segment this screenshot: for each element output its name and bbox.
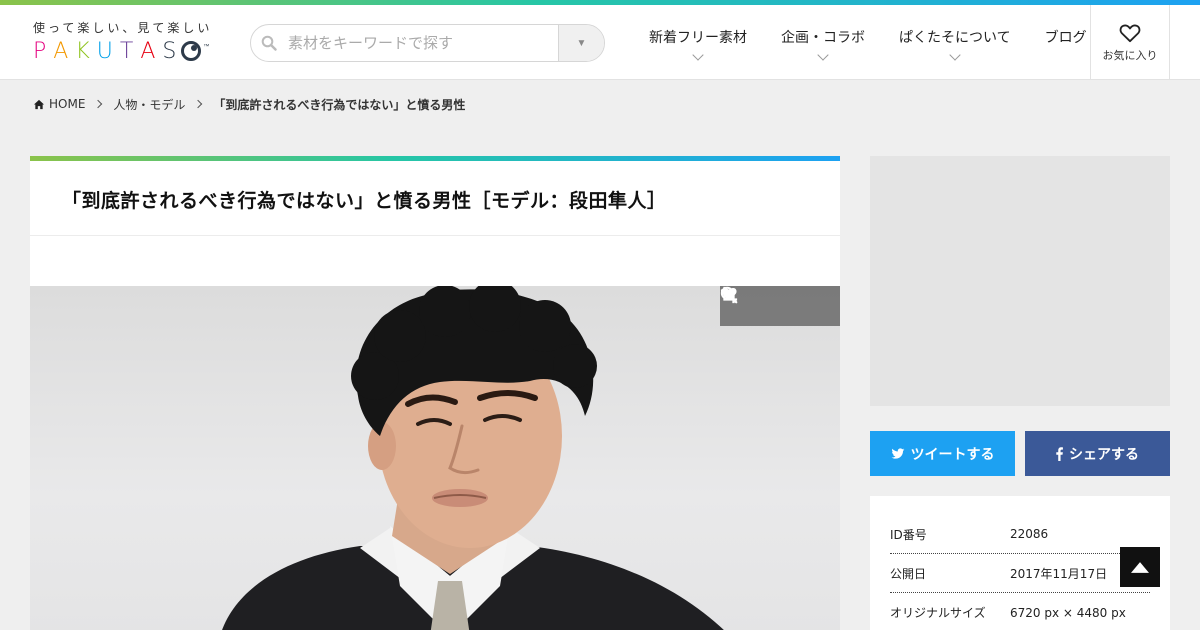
facebook-icon	[1056, 446, 1063, 461]
nav-item-label: ぱくたそについて	[899, 29, 1011, 46]
breadcrumb-category[interactable]: 人物・モデル	[113, 96, 185, 113]
facebook-share-button[interactable]: シェアする	[1025, 431, 1170, 476]
home-icon	[33, 99, 45, 109]
card-accent-bar	[30, 156, 840, 161]
search-dropdown-button[interactable]: ▼	[558, 25, 604, 61]
chevron-right-icon	[194, 99, 203, 109]
info-label: 公開日	[890, 566, 927, 581]
chevron-down-icon	[692, 48, 704, 61]
logo-tagline: 使って楽しい、見て楽しい	[33, 21, 213, 35]
favorites-button[interactable]: お気に入り	[1090, 5, 1170, 80]
info-value: 6720 px × 4480 px	[1010, 605, 1126, 620]
scroll-to-top-button[interactable]	[1120, 547, 1160, 587]
heart-icon	[1119, 24, 1141, 42]
photo-illustration	[222, 286, 724, 630]
main-nav: 新着フリー素材 企画・コラボ ぱくたそについて ブログ	[632, 5, 1104, 80]
logo-letter: A	[53, 38, 76, 64]
search-box: ▼	[250, 24, 605, 62]
breadcrumb-home[interactable]: HOME	[49, 97, 85, 111]
chevron-right-icon	[94, 99, 103, 109]
info-label: オリジナルサイズ	[890, 606, 986, 620]
page-title: 「到底許されるべき行為ではない」と憤る男性［モデル：段田隼人］	[62, 190, 667, 212]
caret-down-icon: ▼	[576, 37, 587, 49]
chevron-down-icon	[949, 48, 961, 61]
photo-toolbar	[720, 286, 840, 326]
info-label: ID番号	[890, 527, 927, 542]
site-logo[interactable]: 使って楽しい、見て楽しい P A K U T A S ™	[33, 19, 233, 69]
search-input[interactable]	[288, 25, 558, 61]
stock-photo[interactable]	[30, 286, 840, 630]
crop-icon	[720, 286, 738, 304]
logo-letter: U	[96, 38, 120, 64]
logo-letter: K	[75, 38, 97, 64]
chevron-down-icon	[817, 48, 829, 61]
nav-item-label: 新着フリー素材	[649, 29, 747, 46]
logo-trademark: ™	[203, 42, 210, 50]
tweet-label: ツイートする	[910, 446, 995, 463]
tweet-button[interactable]: ツイートする	[870, 431, 1015, 476]
nav-item-new-materials[interactable]: 新着フリー素材	[632, 5, 764, 80]
triangle-up-icon	[1131, 561, 1149, 573]
info-row-id: ID番号 22086	[890, 515, 1150, 554]
logo-letter: T	[119, 38, 141, 64]
facebook-share-label: シェアする	[1069, 446, 1139, 463]
info-value: 22086	[1010, 527, 1049, 541]
logo-letter: P	[33, 38, 54, 64]
breadcrumb: HOME 人物・モデル 「到底許されるべき行為ではない」と憤る男性	[33, 96, 465, 112]
logo-letter: S	[162, 38, 184, 64]
favorites-label: お気に入り	[1102, 48, 1158, 62]
info-value: 2017年11月17日	[1010, 566, 1108, 581]
logo-letter: A	[140, 38, 163, 64]
site-header: 使って楽しい、見て楽しい P A K U T A S ™ ▼ 新着フリー素材 企…	[0, 5, 1200, 80]
photo-zoom-button[interactable]	[720, 286, 800, 326]
article-card: 「到底許されるべき行為ではない」と憤る男性［モデル：段田隼人］	[30, 156, 840, 630]
ad-placeholder	[870, 156, 1170, 406]
nav-item-collab[interactable]: 企画・コラボ	[764, 5, 882, 80]
nav-item-about[interactable]: ぱくたそについて	[882, 5, 1028, 80]
twitter-icon	[891, 447, 904, 459]
logo-mark-icon	[181, 41, 202, 61]
info-row-published: 公開日 2017年11月17日	[890, 554, 1150, 593]
title-divider	[30, 235, 840, 236]
logo-wordmark: P A K U T A S ™	[33, 37, 209, 65]
info-row-original-size: オリジナルサイズ 6720 px × 4480 px	[890, 593, 1150, 630]
nav-item-label: 企画・コラボ	[781, 29, 865, 46]
search-icon	[261, 35, 277, 51]
nav-item-label: ブログ	[1044, 29, 1087, 46]
breadcrumb-current: 「到底許されるべき行為ではない」と憤る男性	[213, 97, 466, 112]
photo-crop-button[interactable]	[720, 286, 840, 326]
